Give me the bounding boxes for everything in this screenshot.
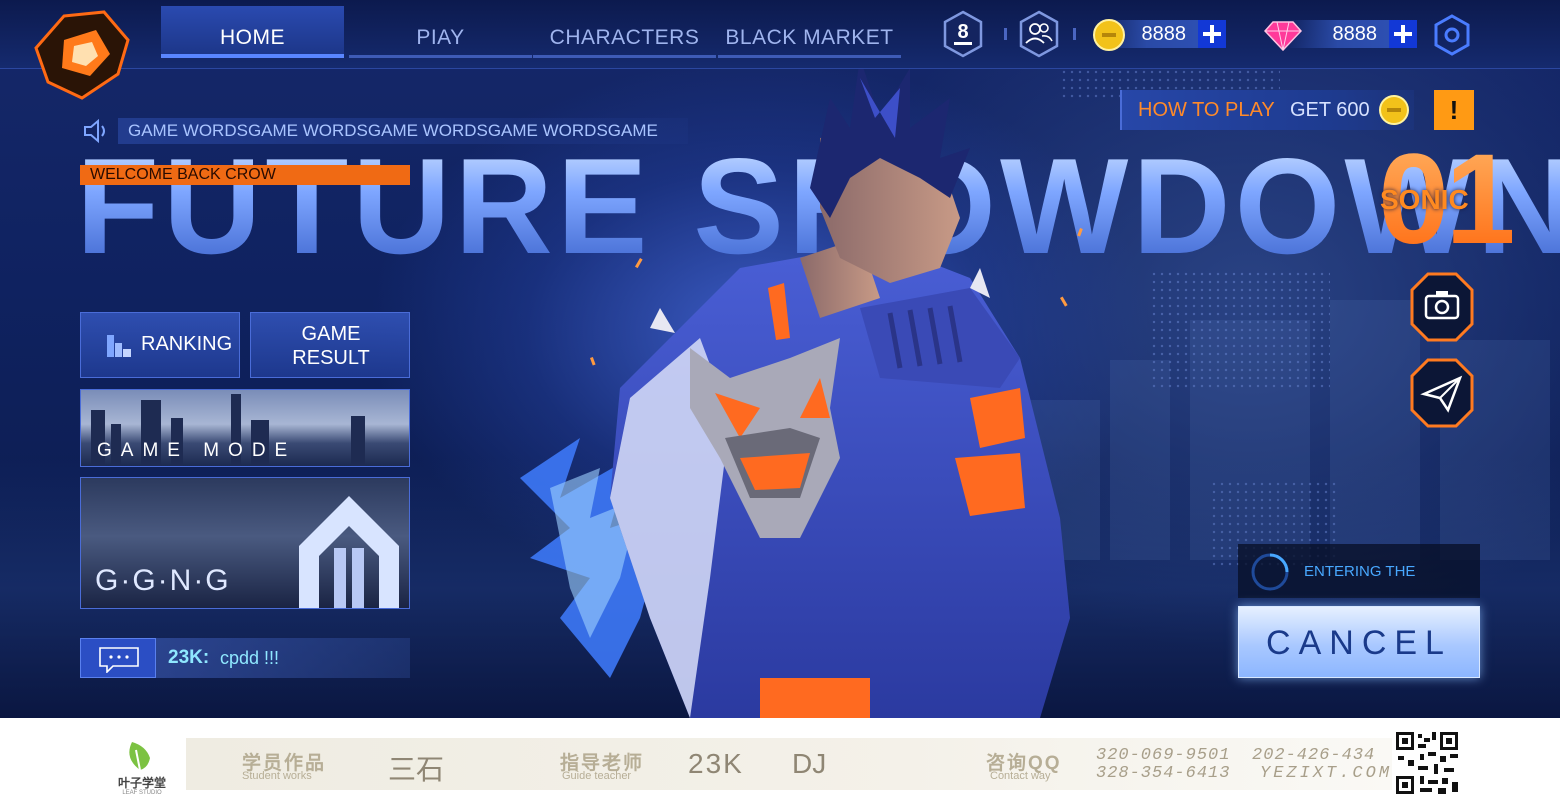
tab-black-market[interactable]: BLACK MARKET [718, 6, 901, 58]
friends-button[interactable] [1018, 10, 1060, 58]
qq-number-1: 320-069-9501 [1096, 746, 1231, 765]
game-mode-button[interactable]: GAME MODE [80, 389, 410, 467]
level-value: 8 [957, 21, 969, 43]
tab-home[interactable]: HOME [161, 6, 344, 58]
qq-number-3: 328-354-6413 [1096, 764, 1231, 783]
chat-user: 23K: [168, 647, 210, 668]
add-gems-button[interactable] [1389, 20, 1417, 48]
top-bar: HOME PIAY CHARACTERS BLACK MARKET 8 8888… [0, 0, 1560, 100]
footer-brand: 叶子学堂 [117, 776, 166, 790]
contact-sub: Contact way [990, 770, 1051, 782]
how-to-play-banner[interactable]: HOW TO PLAY GET 600 [1120, 90, 1414, 130]
student-name: 三石 [388, 754, 445, 785]
teacher-name-2: DJ [792, 748, 827, 779]
reward-label: GET 600 [1290, 99, 1370, 121]
how-to-play-label: HOW TO PLAY [1138, 99, 1275, 121]
add-coins-button[interactable] [1198, 20, 1226, 48]
matchmaking-status: ENTERING THE NATCH... [1238, 544, 1480, 636]
ranking-bars-icon [107, 335, 131, 357]
announcement-marquee: GAME WORDSGAME WORDSGAME WORDSGAME WORDS… [118, 118, 688, 144]
game-screen: FUTURE SHOWDOWN GAME WORDSGAME WORDSGAME… [0, 0, 1560, 718]
footer-brand-sub: LEAF STUDIO [122, 790, 162, 796]
welcome-banner: WELCOME BACK CROW [80, 165, 410, 185]
student-sub: Student works [242, 770, 312, 782]
game-result-button[interactable]: GAME RESULT [250, 312, 410, 378]
qr-code-icon [1394, 730, 1460, 796]
tab-characters[interactable]: CHARACTERS [533, 6, 716, 58]
teacher-sub: Guide teacher [562, 770, 632, 782]
leaf-logo-icon [129, 742, 150, 771]
level-badge[interactable]: 8 [942, 10, 984, 58]
footer-credits: 叶子学堂 LEAF STUDIO 学员作品 Student works 三石 指… [0, 718, 1560, 810]
character-artwork [520, 58, 1083, 718]
share-button[interactable] [1410, 358, 1474, 428]
chat-bar[interactable]: 23K: cpdd !!! [80, 638, 410, 678]
game-mode-label: GAME MODE [97, 440, 297, 461]
gang-emblem-icon [299, 496, 399, 608]
speaker-icon [84, 118, 105, 144]
ranking-label: RANKING [141, 333, 233, 355]
gold-coin-icon [1093, 19, 1125, 51]
chat-message: cpdd !!! [220, 648, 280, 668]
tab-characters-label: CHARACTERS [549, 26, 700, 49]
camera-button[interactable] [1410, 272, 1474, 342]
tab-play-label: PIAY [416, 26, 465, 49]
game-logo[interactable] [34, 10, 130, 100]
cancel-button[interactable]: CANCEL [1238, 606, 1480, 678]
tab-play[interactable]: PIAY [349, 6, 532, 58]
gang-label: G·G·N·G [95, 564, 231, 597]
settings-icon[interactable] [1432, 14, 1472, 56]
loading-spinner-icon [1251, 553, 1289, 591]
gold-coin-icon [1379, 95, 1409, 125]
divider [1073, 28, 1076, 40]
cancel-label: CANCEL [1266, 624, 1452, 662]
coin-value: 8888 [1141, 23, 1187, 45]
tab-black-market-label: BLACK MARKET [725, 26, 894, 49]
tab-home-label: HOME [220, 26, 285, 49]
teacher-name-1: 23K [688, 748, 744, 779]
website: YEZIXT.COM [1260, 764, 1393, 783]
gang-button[interactable]: G·G·N·G [80, 477, 410, 609]
diamond-icon [1264, 21, 1302, 52]
rank-name: SONIC [1380, 184, 1469, 215]
gem-counter: 8888 [1285, 20, 1417, 48]
gem-value: 8888 [1332, 23, 1378, 45]
chat-bubble-icon [99, 647, 139, 673]
chat-button[interactable] [80, 638, 156, 678]
divider [1004, 28, 1007, 40]
game-result-label: GAME RESULT [292, 323, 370, 369]
alert-button[interactable]: ! [1434, 90, 1474, 130]
qq-number-2: 202-426-434 [1252, 746, 1376, 765]
ranking-button[interactable]: RANKING [80, 312, 240, 378]
